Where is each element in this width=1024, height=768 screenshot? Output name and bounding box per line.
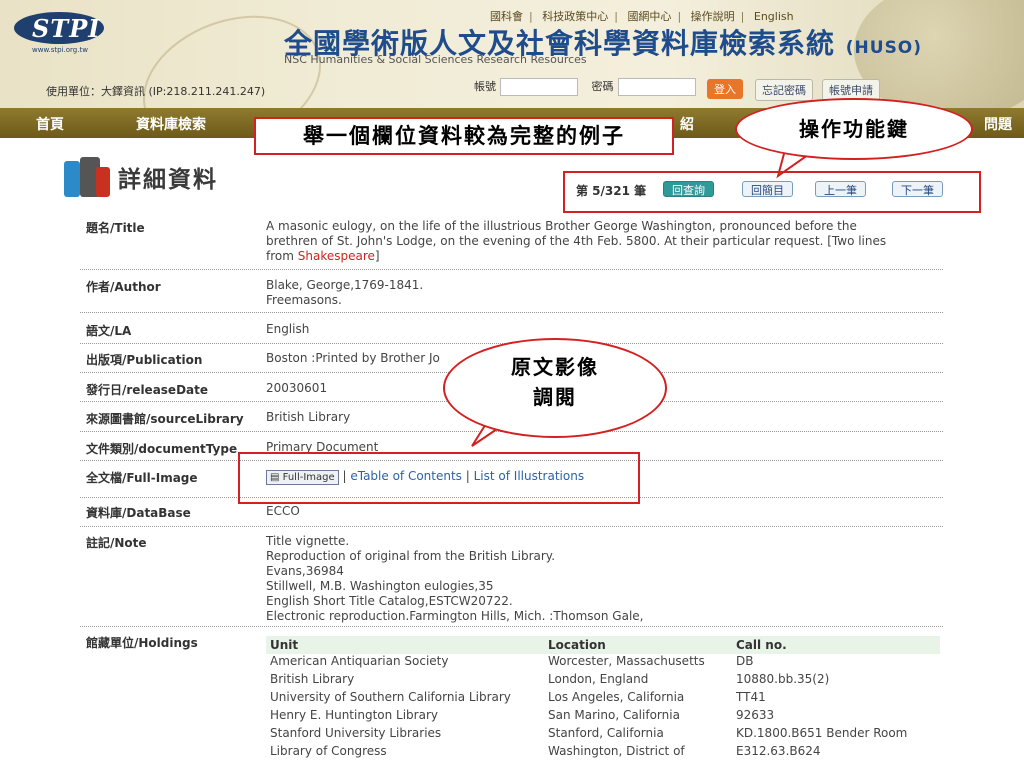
holding-unit: British Library <box>270 672 355 686</box>
field-language: 語文/LA English <box>80 322 943 344</box>
holding-location: Washington, District of <box>548 744 685 758</box>
holding-location: San Marino, California <box>548 708 680 722</box>
password-input[interactable] <box>617 78 696 96</box>
holding-callno: KD.1800.B651 Bender Room <box>736 726 908 740</box>
prev-record-button[interactable]: 上一筆 <box>815 181 866 197</box>
holding-location: Worcester, Massachusetts <box>548 654 705 668</box>
field-label: 資料庫/DataBase <box>86 506 191 520</box>
field-author: 作者/Author Blake, George,1769-1841. Freem… <box>80 278 943 313</box>
holding-unit: Henry E. Huntington Library <box>270 708 438 722</box>
field-label: 館藏單位/Holdings <box>86 636 198 650</box>
holdings-col-callno: Call no. <box>732 636 940 654</box>
field-label: 發行日/releaseDate <box>86 383 209 397</box>
holding-location: London, England <box>548 672 649 686</box>
table-row: British Library London, England 10880.bb… <box>266 672 940 690</box>
login-button[interactable]: 登入 <box>707 79 743 99</box>
password-label: 密碼 <box>591 80 614 93</box>
example-note-callout: 舉一個欄位資料較為完整的例子 <box>254 117 674 155</box>
detail-icon <box>64 157 110 197</box>
database-value: ECCO <box>266 504 300 518</box>
function-keys-callout: 操作功能鍵 <box>735 98 973 160</box>
site-header: STPI www.stpi.org.tw 國科會 | 科技政策中心 | 國網中心 | … <box>0 0 1024 108</box>
login-form: 帳號 密碼 <box>470 78 696 96</box>
table-row: Henry E. Huntington Library San Marino, … <box>266 708 940 726</box>
holding-callno: 10880.bb.35(2) <box>736 672 830 686</box>
note-value: Title vignette. Reproduction of original… <box>266 534 644 623</box>
field-database: 資料庫/DataBase ECCO <box>80 504 943 527</box>
holdings-col-location: Location <box>544 636 732 654</box>
holding-unit: Library of Congress <box>270 744 387 758</box>
field-label: 來源圖書館/sourceLibrary <box>86 412 244 426</box>
holdings-col-unit: Unit <box>266 636 544 654</box>
table-row: American Antiquarian Society Worcester, … <box>266 654 940 672</box>
holding-callno: TT41 <box>736 690 766 704</box>
holding-callno: 92633 <box>736 708 775 722</box>
full-image-highlight <box>238 452 640 504</box>
table-row: Stanford University Libraries Stanford, … <box>266 726 940 744</box>
holding-location: Los Angeles, California <box>548 690 685 704</box>
nav-faq[interactable]: 問題 <box>984 114 1012 134</box>
field-label: 出版項/Publication <box>86 353 203 367</box>
stpi-logo[interactable]: STPI www.stpi.org.tw <box>14 12 106 54</box>
nav-home[interactable]: 首頁 <box>36 114 64 134</box>
holding-unit: American Antiquarian Society <box>270 654 449 668</box>
record-position: 第 5/321 筆 <box>576 184 647 198</box>
account-label: 帳號 <box>474 80 496 93</box>
page-title: 詳細資料 <box>118 167 218 193</box>
holding-location: Stanford, California <box>548 726 664 740</box>
field-label: 全文檔/Full-Image <box>86 471 198 485</box>
field-label: 作者/Author <box>86 280 161 294</box>
account-input[interactable] <box>500 78 578 96</box>
unit-info: 使用單位：大鐸資訊 (IP:218.211.241.247) <box>46 85 266 98</box>
holding-callno: DB <box>736 654 754 668</box>
shakespeare-link[interactable]: Shakespeare <box>298 249 375 263</box>
back-to-brief-button[interactable]: 回簡目 <box>742 181 793 197</box>
next-record-button[interactable]: 下一筆 <box>892 181 943 197</box>
author-value: Blake, George,1769-1841. Freemasons. <box>266 278 424 307</box>
table-row: University of Southern California Librar… <box>266 690 940 708</box>
back-to-query-button[interactable]: 回查詢 <box>663 181 714 197</box>
holdings-table: Unit Location Call no. American Antiquar… <box>266 636 940 762</box>
holding-unit: Stanford University Libraries <box>270 726 442 740</box>
title-value: A masonic eulogy, on the life of the ill… <box>266 219 887 263</box>
holding-callno: E312.63.B624 <box>736 744 821 758</box>
field-label: 題名/Title <box>86 221 145 235</box>
site-subtitle: NSC Humanities & Social Sciences Researc… <box>284 53 587 66</box>
field-label: 文件類別/documentType <box>86 442 238 456</box>
nav-intro[interactable]: 紹 <box>680 114 694 134</box>
holding-unit: University of Southern California Librar… <box>270 690 511 704</box>
image-view-callout: 原文影像 調閱 <box>443 338 667 438</box>
field-label: 註記/Note <box>86 536 147 550</box>
nav-db-search[interactable]: 資料庫檢索 <box>136 114 206 134</box>
forgot-password-button[interactable]: 忘記密碼 <box>755 79 813 101</box>
field-note: 註記/Note Title vignette. Reproduction of … <box>80 534 943 627</box>
field-label: 語文/LA <box>86 324 132 338</box>
holdings-header-row: Unit Location Call no. <box>266 636 940 654</box>
table-row: Library of Congress Washington, District… <box>266 744 940 762</box>
field-title: 題名/Title A masonic eulogy, on the life o… <box>80 219 943 270</box>
language-value: English <box>266 322 310 336</box>
